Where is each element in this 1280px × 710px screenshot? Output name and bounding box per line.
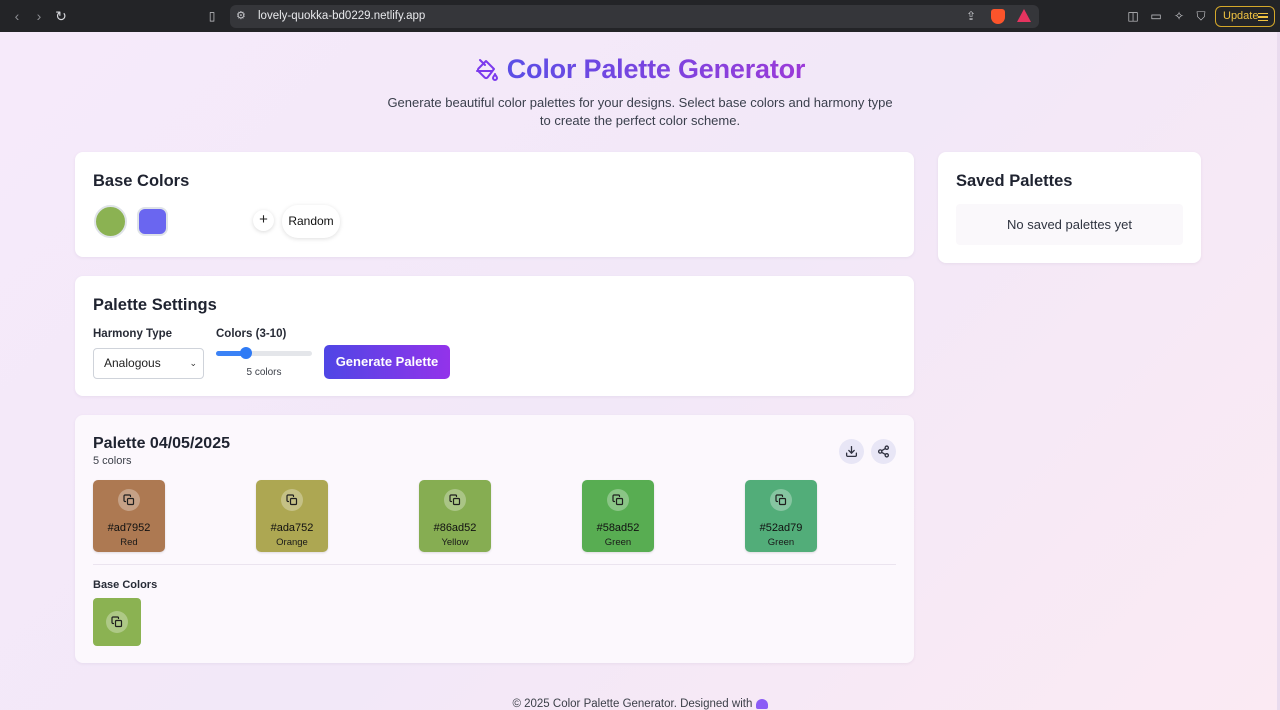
share-icon — [877, 445, 890, 458]
page-subtitle: Generate beautiful color palettes for yo… — [387, 94, 893, 128]
brave-shields-icon[interactable] — [991, 9, 1005, 24]
share-icon[interactable]: ⇪ — [963, 8, 979, 24]
copy-button[interactable] — [607, 489, 629, 511]
base-color-swatch[interactable] — [137, 207, 168, 236]
color-name: Red — [120, 537, 138, 548]
page-header: Color Palette Generator Generate beautif… — [0, 54, 1280, 130]
color-name: Green — [767, 537, 795, 548]
color-hex: #86ad52 — [433, 522, 477, 534]
color-name: Orange — [276, 537, 308, 548]
harmony-type-label: Harmony Type — [93, 328, 173, 340]
palette-settings-title: Palette Settings — [93, 296, 217, 314]
wallet-icon[interactable]: ▭ — [1148, 8, 1164, 24]
base-color-swatch[interactable] — [94, 205, 127, 238]
site-settings-icon[interactable]: ⚙ — [236, 9, 250, 23]
browser-toolbar: ‹ › ↻ ▯ ⚙ lovely-quokka-bd0229.netlify.a… — [0, 0, 1280, 32]
color-name: Green — [604, 537, 632, 548]
palette-color-chip[interactable]: #86ad52 Yellow — [419, 480, 491, 552]
footer: © 2025 Color Palette Generator. Designed… — [0, 698, 1280, 710]
color-hex: #52ad79 — [759, 522, 803, 534]
menu-icon — [1258, 13, 1268, 21]
copy-icon — [612, 494, 624, 506]
divider — [93, 564, 896, 565]
harmony-type-value: Analogous — [104, 356, 161, 370]
color-hex: #ad7952 — [107, 522, 151, 534]
reload-icon[interactable]: ↻ — [53, 8, 69, 24]
footer-text: © 2025 Color Palette Generator. Designed… — [512, 698, 753, 710]
copy-button[interactable] — [106, 611, 128, 633]
page-title: Color Palette Generator — [506, 54, 806, 84]
base-colors-section-label: Base Colors — [93, 579, 158, 591]
copy-button[interactable] — [770, 489, 792, 511]
add-color-button[interactable]: + — [253, 210, 274, 231]
copy-button[interactable] — [281, 489, 303, 511]
palette-color-chip[interactable]: #ada752 Orange — [256, 480, 328, 552]
color-name: Yellow — [441, 537, 469, 548]
base-colors-card: Base Colors + Random — [75, 152, 914, 257]
palette-settings-card: Palette Settings Harmony Type Analogous … — [75, 276, 914, 396]
update-button[interactable]: Update — [1215, 6, 1275, 27]
paint-bucket-icon — [475, 58, 498, 81]
copy-icon — [111, 616, 123, 628]
copy-icon — [449, 494, 461, 506]
copy-icon — [123, 494, 135, 506]
colors-count-caption: 5 colors — [246, 367, 282, 378]
color-hex: #58ad52 — [596, 522, 640, 534]
harmony-type-select[interactable]: Analogous ⌄ — [93, 348, 204, 379]
colors-slider-thumb[interactable] — [240, 347, 252, 359]
palette-title: Palette 04/05/2025 — [93, 435, 230, 452]
saved-palettes-title: Saved Palettes — [956, 172, 1073, 190]
empty-state: No saved palettes yet — [956, 204, 1183, 245]
copy-button[interactable] — [118, 489, 140, 511]
palette-count: 5 colors — [93, 455, 132, 467]
random-button[interactable]: Random — [282, 205, 340, 238]
base-color-chip[interactable] — [93, 598, 141, 646]
colors-slider-track[interactable] — [216, 351, 312, 356]
color-hex: #ada752 — [270, 522, 314, 534]
palette-color-chip[interactable]: #ad7952 Red — [93, 480, 165, 552]
heart-icon — [755, 698, 768, 709]
download-icon — [845, 445, 858, 458]
palette-color-chip[interactable]: #52ad79 Green — [745, 480, 817, 552]
palette-card: Palette 04/05/2025 5 colors #ad7952 Red #a… — [75, 415, 914, 663]
generate-palette-button[interactable]: Generate Palette — [324, 345, 450, 379]
page: Color Palette Generator Generate beautif… — [0, 32, 1280, 710]
brave-rewards-icon[interactable] — [1017, 9, 1031, 22]
colors-count-label: Colors (3-10) — [216, 328, 287, 340]
update-label: Update — [1223, 10, 1259, 22]
vpn-icon[interactable]: ⛉ — [1193, 8, 1209, 24]
copy-button[interactable] — [444, 489, 466, 511]
copy-icon — [775, 494, 787, 506]
copy-icon — [286, 494, 298, 506]
base-colors-title: Base Colors — [93, 172, 190, 190]
palette-color-chip[interactable]: #58ad52 Green — [582, 480, 654, 552]
back-icon[interactable]: ‹ — [9, 8, 25, 24]
bookmark-icon[interactable]: ▯ — [204, 8, 220, 24]
download-button[interactable] — [839, 439, 864, 464]
url-text: lovely-quokka-bd0229.netlify.app — [258, 10, 426, 22]
leo-ai-icon[interactable]: ✧ — [1171, 8, 1187, 24]
share-button[interactable] — [871, 439, 896, 464]
sidebar-icon[interactable]: ◫ — [1125, 8, 1141, 24]
forward-icon[interactable]: › — [31, 8, 47, 24]
address-bar[interactable]: ⚙ lovely-quokka-bd0229.netlify.app ⇪ — [230, 5, 1039, 28]
chevron-down-icon: ⌄ — [189, 358, 197, 368]
saved-palettes-card: Saved Palettes No saved palettes yet — [938, 152, 1201, 263]
